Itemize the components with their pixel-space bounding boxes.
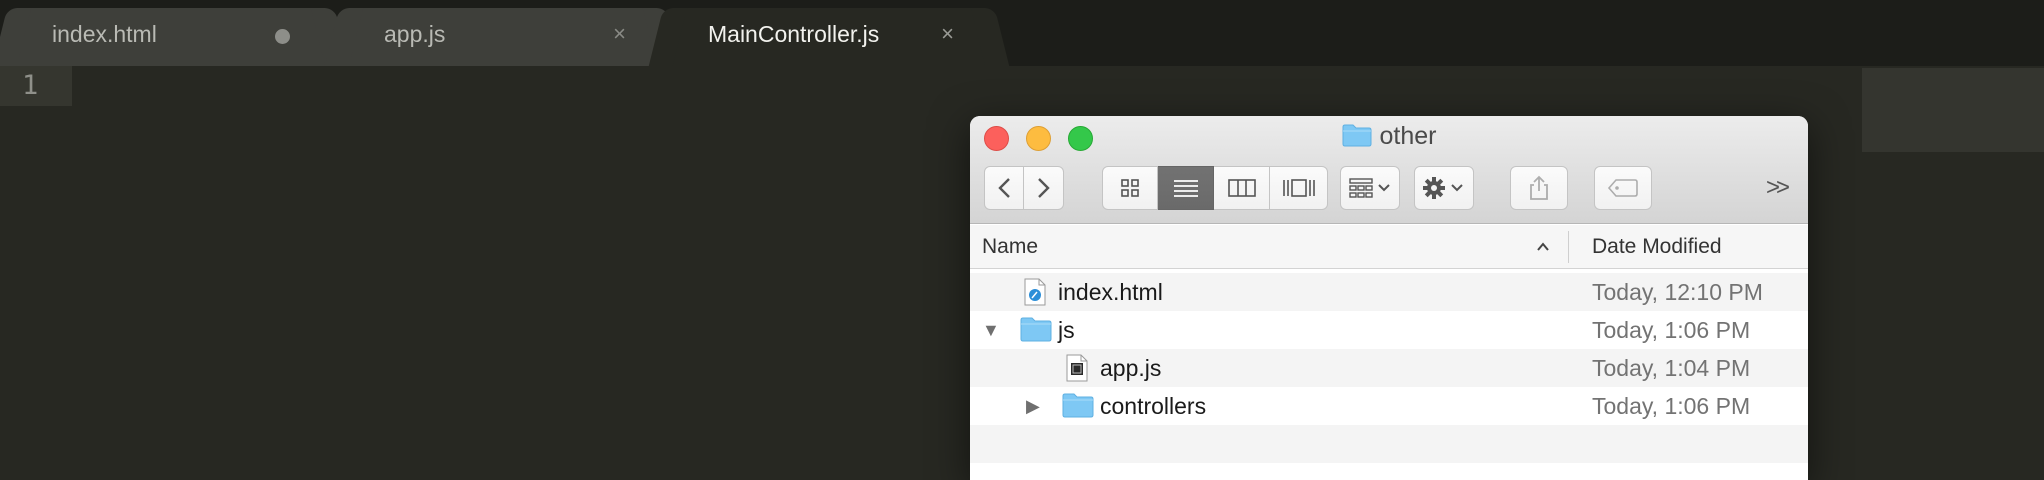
disclosure-collapsed-icon[interactable]: ▶ — [1026, 387, 1040, 425]
minimap[interactable] — [1862, 68, 2044, 152]
file-name: app.js — [1100, 355, 1162, 381]
folder-icon — [1020, 316, 1052, 347]
window-title-text: other — [1379, 122, 1437, 150]
share-icon — [1530, 175, 1548, 200]
folder-icon — [1342, 123, 1372, 154]
date-modified: Today, 1:04 PM — [1592, 355, 1751, 381]
columns-icon — [1227, 179, 1256, 197]
tag-icon — [1607, 179, 1638, 197]
date-modified: Today, 1:06 PM — [1592, 317, 1751, 343]
date-modified: Today, 1:06 PM — [1592, 393, 1751, 419]
arrange-icon — [1349, 178, 1390, 198]
unsaved-dot-icon[interactable] — [275, 29, 290, 44]
list-item[interactable]: ▶ controllers Today, 1:06 PM — [970, 387, 1808, 425]
editor-tab-bar: index.html app.js × MainController.js × — [0, 0, 2044, 66]
action-button[interactable] — [1414, 166, 1474, 210]
close-tab-icon[interactable]: × — [613, 8, 626, 60]
list-item[interactable]: app.js Today, 1:04 PM — [970, 349, 1808, 387]
toolbar-overflow-icon[interactable]: >> — [1766, 174, 1790, 202]
window-title: other — [970, 122, 1808, 154]
tab-label: index.html — [52, 21, 157, 47]
tab-app-js[interactable]: app.js × — [344, 8, 662, 66]
back-button[interactable] — [984, 166, 1024, 210]
chevron-right-icon — [1037, 178, 1050, 198]
html-file-icon — [1024, 278, 1046, 311]
js-file-icon — [1066, 354, 1088, 387]
list-item-empty — [970, 425, 1808, 463]
tab-label: MainController.js — [708, 21, 880, 47]
close-tab-icon[interactable]: × — [941, 8, 954, 60]
tab-maincontroller-js[interactable]: MainController.js × — [668, 8, 990, 66]
tab-label: app.js — [384, 21, 446, 47]
share-button[interactable] — [1510, 166, 1568, 210]
arrange-button[interactable] — [1340, 166, 1400, 210]
list-item[interactable]: ▼ js Today, 1:06 PM — [970, 311, 1808, 349]
tab-index-html[interactable]: index.html — [12, 8, 330, 66]
cover-flow-icon — [1282, 179, 1315, 197]
cover-flow-view-button[interactable] — [1270, 166, 1328, 210]
chevron-left-icon — [998, 178, 1010, 198]
tags-button[interactable] — [1594, 166, 1652, 210]
icon-view-button[interactable] — [1102, 166, 1158, 210]
folder-name: controllers — [1100, 393, 1207, 419]
finder-titlebar[interactable]: other >> — [970, 116, 1808, 224]
disclosure-expanded-icon[interactable]: ▼ — [982, 311, 1000, 349]
folder-icon — [1062, 392, 1094, 423]
list-item[interactable]: index.html Today, 12:10 PM — [970, 273, 1808, 311]
file-name: index.html — [1058, 279, 1163, 305]
finder-window: other >> Name Date Modified index.html T… — [970, 116, 1808, 480]
column-divider[interactable] — [1568, 231, 1569, 263]
column-view-button[interactable] — [1214, 166, 1270, 210]
list-icon — [1173, 180, 1198, 197]
grid-icon — [1121, 179, 1139, 197]
line-number: 1 — [22, 70, 39, 101]
sort-ascending-icon[interactable] — [1536, 225, 1550, 269]
list-header: Name Date Modified — [970, 225, 1808, 269]
folder-name: js — [1058, 317, 1075, 343]
list-view-button[interactable] — [1158, 166, 1214, 210]
column-header-name[interactable]: Name — [982, 225, 1038, 269]
forward-button[interactable] — [1024, 166, 1064, 210]
column-header-date-modified[interactable]: Date Modified — [1592, 225, 1722, 269]
gear-icon — [1423, 177, 1463, 199]
date-modified: Today, 12:10 PM — [1592, 279, 1763, 305]
